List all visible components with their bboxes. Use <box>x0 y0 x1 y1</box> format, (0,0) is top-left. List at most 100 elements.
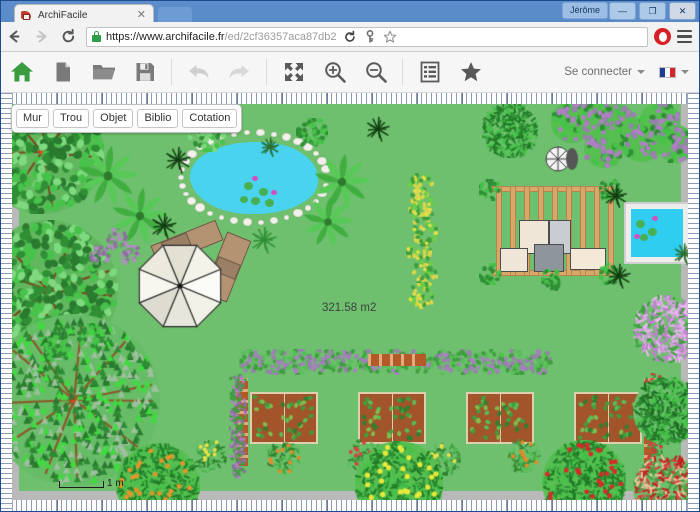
star-filled-icon[interactable] <box>450 52 491 93</box>
flower-patch[interactable] <box>507 439 541 473</box>
hedge-bush[interactable] <box>479 349 505 375</box>
flower-patch[interactable] <box>267 441 301 475</box>
garden-furniture[interactable] <box>534 244 564 272</box>
shrub-small[interactable] <box>43 332 73 362</box>
shrub-medium[interactable] <box>296 118 328 150</box>
ruler-tick <box>597 93 598 104</box>
hedge-bush[interactable] <box>263 349 289 375</box>
hedge-bush[interactable] <box>311 349 337 375</box>
tool-button-cotation[interactable]: Cotation <box>182 109 238 128</box>
tab-close-icon[interactable]: ✕ <box>135 10 148 21</box>
floppy-save-icon[interactable] <box>124 52 165 93</box>
back-arrow-icon[interactable] <box>1 23 28 50</box>
reload-icon[interactable] <box>55 23 82 50</box>
water-lily-pad[interactable] <box>240 196 248 203</box>
vegetable-bed[interactable] <box>574 392 642 444</box>
folded-parasol[interactable] <box>545 146 579 172</box>
bush-green[interactable] <box>633 377 688 445</box>
hedge-bush[interactable] <box>335 349 361 375</box>
shrub-small[interactable] <box>479 179 501 201</box>
ruler-tick <box>102 93 103 104</box>
language-dropdown[interactable] <box>659 66 689 78</box>
grass-tuft[interactable] <box>364 115 392 143</box>
ruler-tick <box>192 500 193 511</box>
star-outline-icon[interactable] <box>383 30 397 44</box>
vegetable-bed[interactable] <box>358 392 426 444</box>
tool-button-trou[interactable]: Trou <box>52 109 90 128</box>
opera-menu-icon[interactable] <box>654 28 671 45</box>
hedge-bush[interactable] <box>527 349 553 375</box>
shrub-small[interactable] <box>541 269 563 291</box>
palm-tree[interactable] <box>301 195 355 249</box>
water-lily-pad[interactable] <box>640 234 648 241</box>
open-folder-icon[interactable] <box>83 52 124 93</box>
home-icon[interactable] <box>1 52 42 93</box>
magnifier-plus-icon[interactable] <box>314 52 355 93</box>
hedge-bush[interactable] <box>503 349 529 375</box>
water-lily-pad[interactable] <box>244 182 253 190</box>
bush-pink[interactable] <box>633 295 688 363</box>
fullscreen-icon[interactable] <box>273 52 314 93</box>
water-lily-pad[interactable] <box>648 228 657 236</box>
shrub-small[interactable] <box>479 263 501 285</box>
grass-tuft[interactable] <box>249 225 279 255</box>
grass-tuft[interactable] <box>605 262 633 290</box>
water-lily-pad[interactable] <box>259 188 268 196</box>
water-lily-pad[interactable] <box>251 197 260 205</box>
close-button[interactable]: ✕ <box>669 2 696 20</box>
fruit-tree-apple[interactable] <box>542 440 626 500</box>
plan-drawing[interactable]: 321.58 m2 1 m <box>12 104 688 500</box>
signin-dropdown[interactable]: Se connecter <box>564 66 645 78</box>
tool-button-mur[interactable]: Mur <box>16 109 49 128</box>
ruler-tick <box>237 93 238 104</box>
tool-palette[interactable]: Mur Trou Objet Biblio Cotation <box>11 104 243 133</box>
magnifier-minus-icon[interactable] <box>355 52 396 93</box>
undo-arrow-icon <box>178 52 219 93</box>
water-lily-pad[interactable] <box>636 220 645 228</box>
flowering-tree[interactable] <box>579 104 613 131</box>
climbing-plant[interactable] <box>408 283 434 309</box>
hedge-bush[interactable] <box>239 349 265 375</box>
climbing-flower[interactable] <box>229 461 247 479</box>
hedge-bush[interactable] <box>455 349 481 375</box>
ruler-tick <box>57 93 58 104</box>
trellis[interactable] <box>368 354 426 366</box>
parasol[interactable] <box>136 242 224 330</box>
fruit-tree-orange[interactable] <box>116 443 200 500</box>
shrub-small[interactable] <box>89 244 111 266</box>
list-panel-icon[interactable] <box>409 52 450 93</box>
bush-red[interactable] <box>633 455 688 500</box>
flowering-tree[interactable] <box>657 125 688 163</box>
garden-furniture[interactable] <box>500 248 528 272</box>
grass-tuft[interactable] <box>672 242 688 266</box>
ruler-tick <box>147 500 148 511</box>
minimize-button[interactable]: — <box>609 2 636 20</box>
shrub-small[interactable] <box>77 323 103 349</box>
key-icon[interactable] <box>364 30 376 43</box>
pond-stone <box>283 215 290 221</box>
vegetable-bed[interactable] <box>466 392 534 444</box>
grass-tuft[interactable] <box>603 183 629 209</box>
tool-button-biblio[interactable]: Biblio <box>137 109 179 128</box>
hamburger-menu-icon[interactable] <box>677 30 692 43</box>
hedge-bush[interactable] <box>287 349 313 375</box>
maximize-button[interactable]: ❐ <box>639 2 666 20</box>
vegetable-bed[interactable] <box>250 392 318 444</box>
round-bush[interactable] <box>482 104 538 158</box>
forward-arrow-icon[interactable] <box>28 23 55 50</box>
redo-arrow-icon <box>219 52 260 93</box>
pond-stone <box>270 217 278 224</box>
fruit-tree-lemon[interactable] <box>355 441 443 500</box>
ruler-tick <box>552 500 553 511</box>
water-lily-pad[interactable] <box>265 199 274 207</box>
grass-tuft[interactable] <box>259 136 281 158</box>
user-profile-chip[interactable]: Jérôme <box>561 2 608 19</box>
address-bar[interactable]: https://www.archifacile.fr/ed/2cf36357ac… <box>86 26 648 47</box>
tool-button-objet[interactable]: Objet <box>93 109 134 128</box>
plan-canvas-area[interactable]: 321.58 m2 1 m Mur Trou Objet Biblio Cotation <box>1 93 699 511</box>
horizontal-ruler-bottom[interactable] <box>1 499 699 511</box>
hedge-bush[interactable] <box>431 349 457 375</box>
vertical-ruler-right[interactable] <box>687 93 699 511</box>
new-document-icon[interactable] <box>42 52 83 93</box>
reload-icon[interactable] <box>343 30 357 44</box>
